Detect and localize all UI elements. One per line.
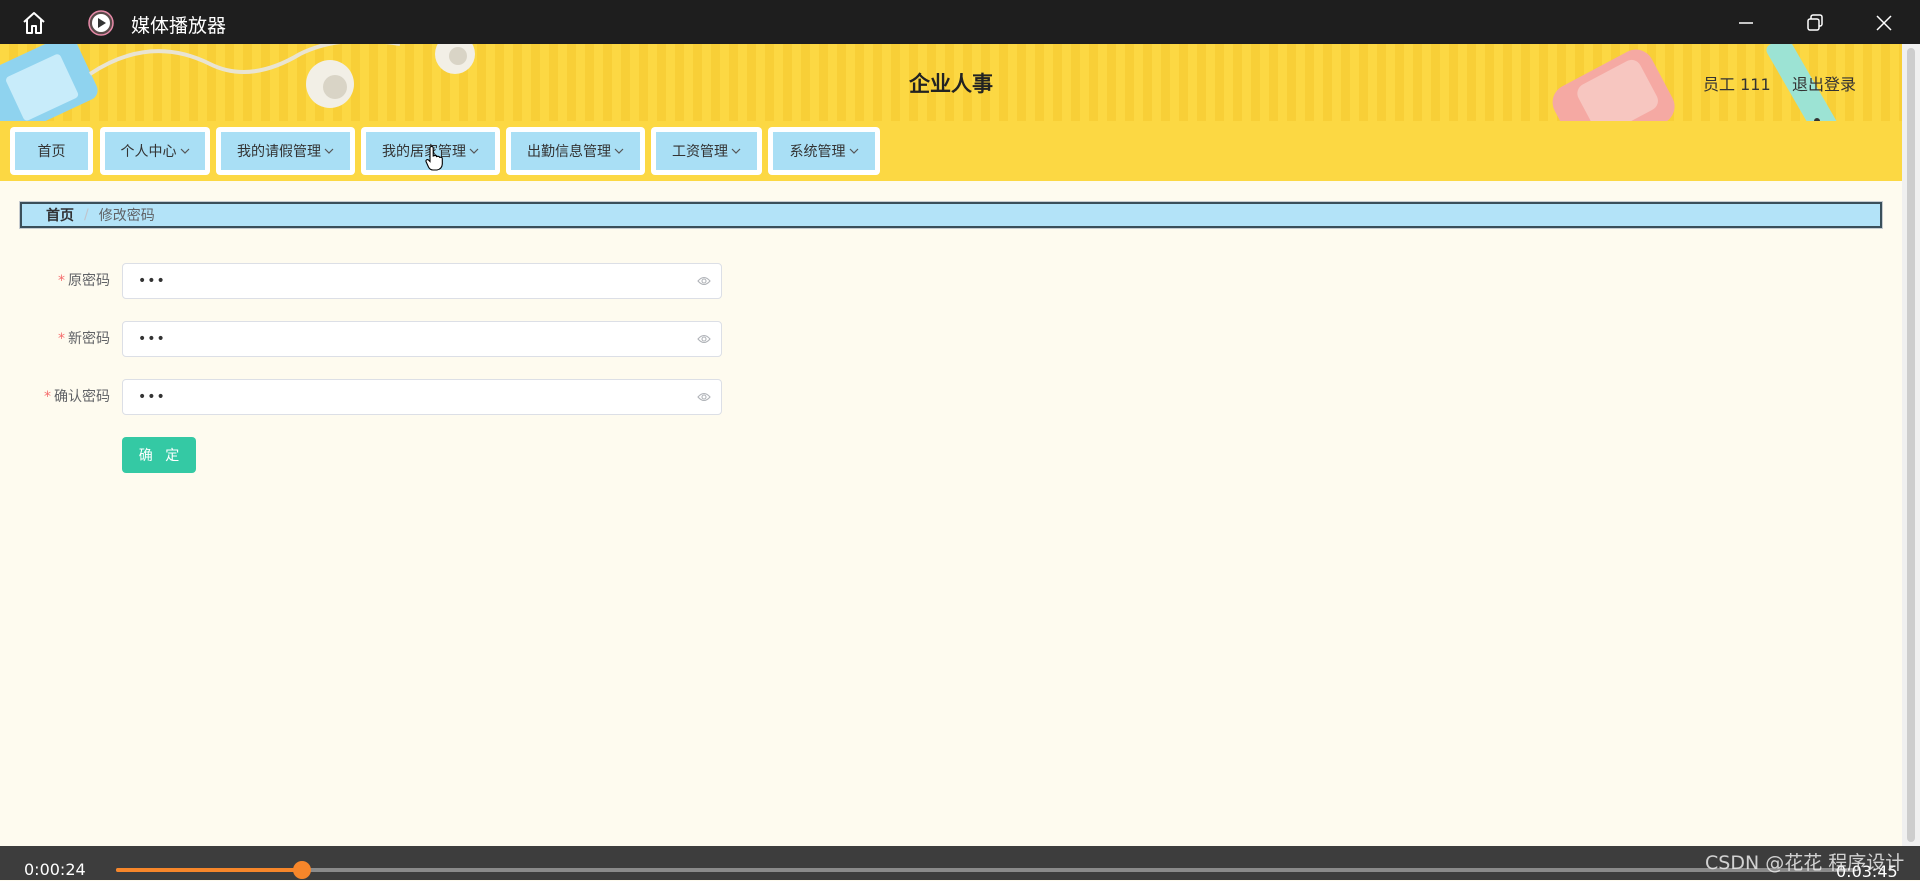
- current-user-label: 员工 111: [1703, 75, 1771, 94]
- seek-bar-progress: [116, 868, 303, 872]
- required-asterisk: *: [58, 273, 65, 289]
- chevron-down-icon: [180, 148, 189, 154]
- restore-icon[interactable]: [1804, 12, 1826, 34]
- chevron-down-icon: [469, 148, 479, 154]
- nav-item-attendance-management[interactable]: 出勤信息管理: [506, 127, 645, 175]
- player-controls: 0:00:24 0:03:45: [0, 846, 1920, 881]
- player-titlebar: 媒体播放器: [0, 0, 1920, 44]
- new-password-input[interactable]: •••: [122, 321, 722, 357]
- show-password-eye-icon[interactable]: [697, 275, 711, 287]
- seek-handle[interactable]: [293, 861, 312, 879]
- chevron-down-icon: [849, 148, 858, 154]
- hand-pointer-cursor-icon: [425, 146, 443, 171]
- old-password-row: * 原密码 •••: [0, 263, 730, 299]
- old-password-label-text: 原密码: [68, 273, 110, 289]
- chevron-down-icon: [614, 148, 624, 154]
- breadcrumb-separator: /: [84, 207, 89, 223]
- home-icon[interactable]: [21, 10, 47, 36]
- show-password-eye-icon[interactable]: [697, 333, 711, 345]
- new-password-label-text: 新密码: [68, 331, 110, 347]
- old-password-label: * 原密码: [58, 263, 110, 299]
- nav-item-system-management[interactable]: 系统管理: [768, 127, 880, 175]
- masked-value: •••: [138, 331, 166, 347]
- nav-item-label: 我的居家管理: [382, 144, 466, 160]
- nav-item-leave-management[interactable]: 我的请假管理: [216, 127, 355, 175]
- nav-item-label: 系统管理: [789, 144, 846, 160]
- new-password-label: * 新密码: [58, 321, 110, 357]
- masked-value: •••: [138, 273, 166, 289]
- logout-link[interactable]: 退出登录: [1792, 71, 1856, 95]
- page-scrollbar[interactable]: [1902, 44, 1920, 846]
- seek-bar[interactable]: [116, 868, 1856, 872]
- masked-value: •••: [138, 389, 166, 405]
- nav-item-label: 出勤信息管理: [527, 144, 611, 160]
- site-title: 企业人事: [909, 72, 993, 96]
- nav-item-personal-center[interactable]: 个人中心: [100, 127, 210, 175]
- confirm-password-input[interactable]: •••: [122, 379, 722, 415]
- breadcrumb-current: 修改密码: [98, 208, 155, 224]
- new-password-row: * 新密码 •••: [0, 321, 730, 357]
- old-password-input[interactable]: •••: [122, 263, 722, 299]
- show-password-eye-icon[interactable]: [697, 391, 711, 403]
- app-title: 媒体播放器: [131, 15, 227, 37]
- current-time: 0:00:24: [24, 860, 86, 879]
- breadcrumb: 首页 / 修改密码: [20, 202, 1882, 228]
- close-icon[interactable]: [1873, 12, 1895, 34]
- required-asterisk: *: [44, 389, 51, 405]
- confirm-password-label: * 确认密码: [44, 379, 110, 415]
- chevron-down-icon: [324, 148, 334, 154]
- header-banner: 企业人事 员工 111 退出登录: [0, 44, 1902, 121]
- nav-item-label: 我的请假管理: [237, 144, 321, 160]
- confirm-password-label-text: 确认密码: [54, 389, 110, 405]
- nav-item-label: 工资管理: [672, 144, 728, 160]
- nav-item-salary-management[interactable]: 工资管理: [651, 127, 762, 175]
- nav-item-label: 首页: [37, 144, 66, 160]
- nav-item-label: 个人中心: [120, 144, 177, 160]
- confirm-button[interactable]: 确 定: [122, 437, 196, 473]
- nav-item-home[interactable]: 首页: [10, 127, 93, 175]
- main-nav: 首页 个人中心 我的请假管理 我的居家管理 出勤信息管理 工资管理 系统管理: [0, 121, 1902, 181]
- minimize-icon[interactable]: [1735, 12, 1757, 34]
- confirm-password-row: * 确认密码 •••: [0, 379, 730, 415]
- watermark-text: CSDN @花花 程序设计: [1705, 852, 1905, 874]
- scrollbar-thumb[interactable]: [1907, 48, 1915, 842]
- required-asterisk: *: [58, 331, 65, 347]
- media-player-icon: [88, 10, 114, 36]
- chevron-down-icon: [731, 148, 741, 154]
- breadcrumb-home-link[interactable]: 首页: [46, 205, 74, 225]
